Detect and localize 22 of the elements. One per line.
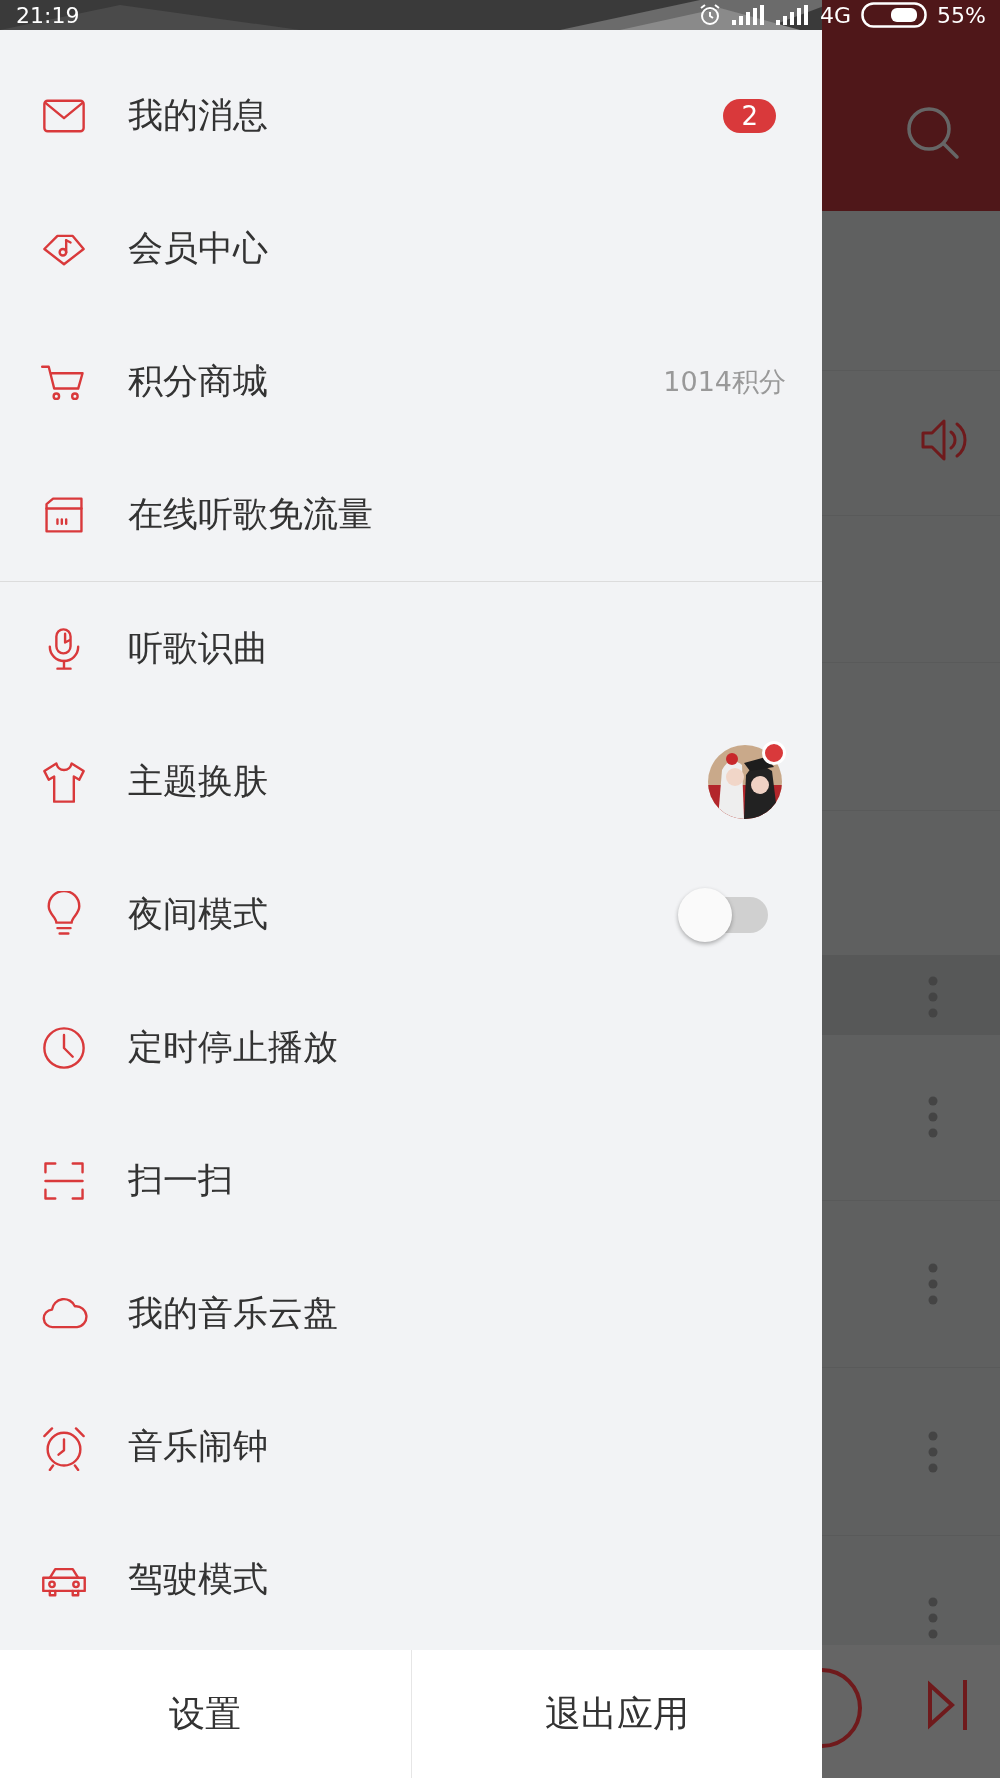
count-badge: 2 bbox=[723, 98, 776, 133]
menu-item[interactable]: 音乐闹钟 bbox=[0, 1380, 822, 1513]
search-icon[interactable] bbox=[905, 105, 961, 161]
menu-item[interactable]: 主题换肤 bbox=[0, 715, 822, 848]
menu-item[interactable]: 驾驶模式 bbox=[0, 1513, 822, 1646]
menu-item[interactable]: 积分商城 1014积分 bbox=[0, 315, 822, 448]
signal-icon bbox=[732, 5, 767, 25]
menu-item[interactable]: 会员中心 bbox=[0, 182, 822, 315]
signal-icon bbox=[776, 5, 811, 25]
menu-item[interactable]: 在线听歌免流量 bbox=[0, 448, 822, 581]
menu-item[interactable]: 定时停止播放 bbox=[0, 981, 822, 1114]
menu-item[interactable]: 我的音乐云盘 bbox=[0, 1247, 822, 1380]
status-time: 21:19 bbox=[16, 2, 80, 28]
menu-item[interactable]: 听歌识曲 bbox=[0, 582, 822, 715]
points-count: 1014积分 bbox=[663, 364, 786, 399]
network-type: 4G bbox=[820, 2, 852, 28]
toggle-switch[interactable] bbox=[678, 887, 768, 942]
battery-icon bbox=[861, 2, 928, 28]
battery-level: 55% bbox=[937, 2, 986, 28]
menu-item[interactable]: 扫一扫 bbox=[0, 1114, 822, 1247]
menu-item[interactable]: 我的消息 2 bbox=[0, 49, 822, 182]
menu-item[interactable]: 夜间模式 bbox=[0, 848, 822, 981]
